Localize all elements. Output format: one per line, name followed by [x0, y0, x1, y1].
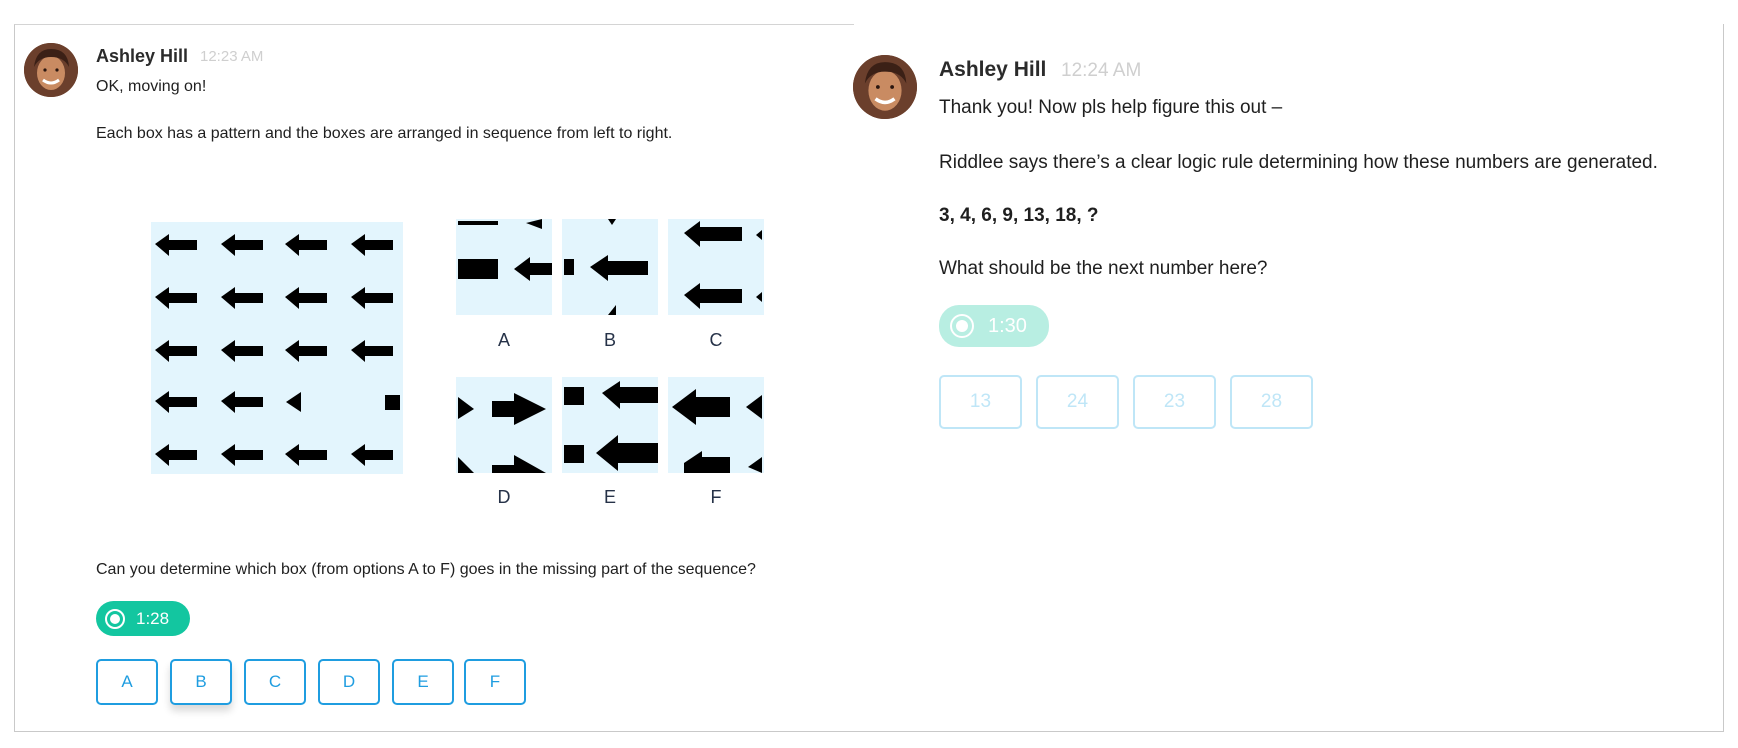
timer-badge: 1:30	[939, 305, 1049, 347]
arrow-pattern	[155, 234, 400, 466]
answer-button-24[interactable]: 24	[1036, 375, 1119, 429]
author-name: Ashley Hill	[96, 46, 189, 66]
timestamp: 12:24 AM	[1061, 60, 1142, 81]
option-box-f	[668, 377, 764, 473]
avatar	[853, 55, 917, 119]
avatar-photo-icon	[853, 55, 917, 119]
timer-value: 1:28	[136, 608, 170, 628]
author-name: Ashley Hill	[939, 58, 1047, 81]
timer-icon	[950, 314, 974, 338]
answer-button-b[interactable]: B	[170, 659, 232, 705]
answer-button-c[interactable]: C	[244, 659, 306, 705]
timer-value: 1:30	[988, 314, 1027, 337]
message-text: Riddlee says there’s a clear logic rule …	[939, 152, 1658, 173]
option-label-b: B	[603, 330, 616, 350]
message-text: What should be the next number here?	[939, 258, 1268, 279]
message-text: Each box has a pattern and the boxes are…	[96, 125, 673, 142]
answer-button-13[interactable]: 13	[939, 375, 1022, 429]
timer-badge: 1:28	[96, 601, 190, 636]
option-label-e: E	[603, 487, 616, 507]
puzzle-pattern-grid	[151, 222, 403, 474]
option-label-c: C	[709, 330, 723, 350]
option-box-d	[456, 377, 552, 473]
message-text: Can you determine which box (from option…	[96, 561, 756, 578]
option-label-d: D	[497, 487, 511, 507]
option-box-c	[668, 219, 764, 315]
message-text: Thank you! Now pls help figure this out …	[939, 97, 1283, 118]
number-sequence: 3, 4, 6, 9, 13, 18, ?	[939, 205, 1099, 226]
answer-button-a[interactable]: A	[96, 659, 158, 705]
answer-button-28[interactable]: 28	[1230, 375, 1313, 429]
answer-button-d[interactable]: D	[318, 659, 380, 705]
avatar	[24, 43, 78, 97]
option-label-a: A	[497, 330, 510, 350]
message-text: OK, moving on!	[96, 78, 207, 95]
answer-button-23[interactable]: 23	[1133, 375, 1216, 429]
answer-button-f[interactable]: F	[464, 659, 526, 705]
option-box-e	[562, 377, 658, 473]
timestamp: 12:23 AM	[200, 48, 264, 65]
option-label-f: F	[710, 487, 722, 507]
option-box-b	[562, 219, 658, 315]
answer-button-e[interactable]: E	[392, 659, 454, 705]
avatar-photo-icon	[24, 43, 78, 97]
option-box-a	[456, 219, 552, 315]
timer-icon	[105, 608, 125, 629]
